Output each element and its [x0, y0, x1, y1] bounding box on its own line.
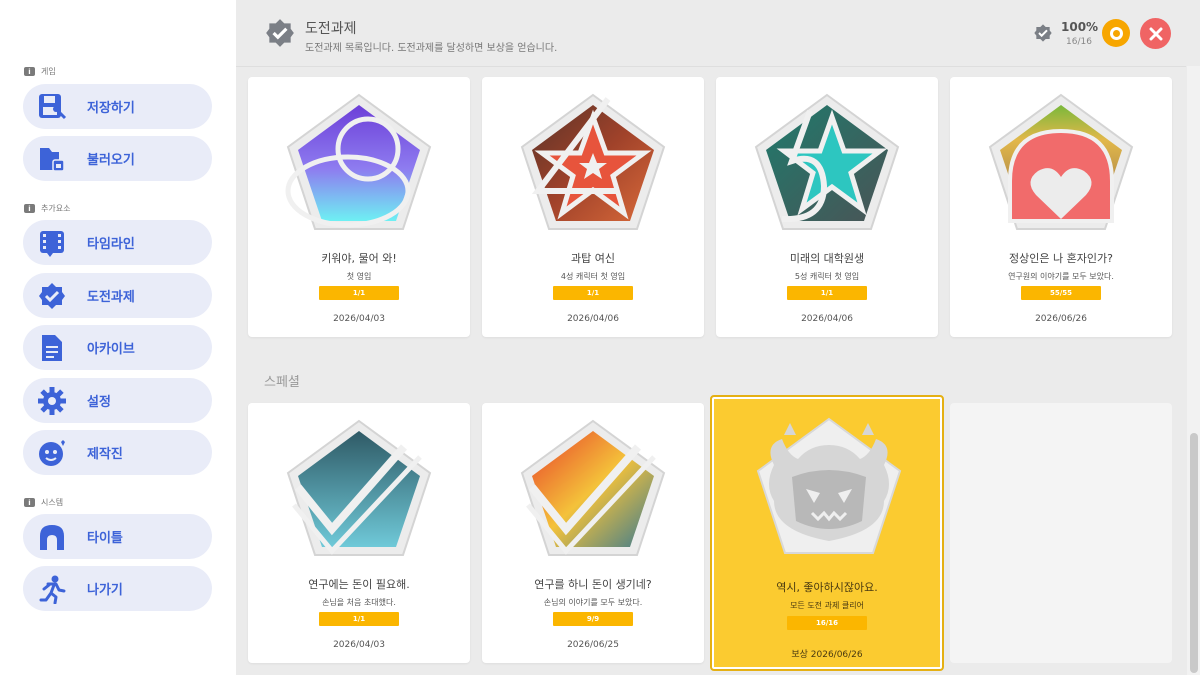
achievement-date: 2026/06/26: [1035, 314, 1087, 324]
achievement-progress: 1/1: [787, 286, 867, 300]
page-title: 도전과제: [305, 21, 357, 37]
sidebar-item-label: 아카이브: [87, 342, 135, 357]
achievement-progress: 55/55: [1021, 286, 1101, 300]
achievement-desc: 5성 캐릭터 첫 영입: [794, 272, 860, 281]
achievement-card[interactable]: 미래의 대학원생 5성 캐릭터 첫 영입 1/1 2026/04/06: [716, 77, 938, 337]
section-badge-icon: i: [24, 204, 35, 213]
achievement-desc: 손님의 이야기를 모두 보았다.: [543, 598, 643, 607]
sidebar-item-label: 나가기: [87, 583, 123, 598]
achievement-card[interactable]: 과탑 여신 4성 캐릭터 첫 영입 1/1 2026/04/06: [482, 77, 704, 337]
achievement-desc: 4성 캐릭터 첫 영입: [560, 272, 626, 281]
sidebar-item-label: 도전과제: [87, 290, 135, 305]
achievement-badge-icon: [264, 17, 296, 53]
achievement-date: 2026/04/06: [567, 314, 619, 324]
heart-emblem-icon: [988, 93, 1134, 230]
achievement-progress: 9/9: [553, 612, 633, 626]
section-label-system: i 시스템: [24, 497, 63, 508]
sidebar-item-settings[interactable]: 설정: [23, 378, 212, 423]
load-icon: [35, 142, 69, 176]
special-achievement-card[interactable]: 연구에는 돈이 필요해. 손님을 처음 초대했다. 1/1 2026/04/03: [248, 403, 470, 663]
credits-icon: [35, 436, 69, 470]
exit-icon: [35, 572, 69, 606]
achievement-icon: [35, 279, 69, 313]
sidebar-item-title[interactable]: 타이틀: [23, 514, 212, 559]
header: 도전과제 도전과제 목록입니다. 도전과제를 달성하면 보상을 얻습니다. 10…: [236, 0, 1200, 66]
achievement-date: 2026/06/25: [567, 640, 619, 650]
achievement-progress: 1/1: [319, 612, 399, 626]
five-star-emblem-icon: [754, 93, 900, 230]
sidebar-item-credits[interactable]: 제작진: [23, 430, 212, 475]
close-icon: [1149, 27, 1162, 40]
achievement-date: 2026/04/03: [333, 640, 385, 650]
achievement-desc: 모든 도전 과제 클리어: [790, 601, 864, 610]
coin-icon: [1109, 26, 1123, 40]
sidebar-item-achievements[interactable]: 도전과제: [23, 273, 212, 318]
achievement-title: 정상인은 나 혼자인가?: [1009, 252, 1113, 265]
save-icon: [35, 90, 69, 124]
sidebar-item-timeline[interactable]: 타임라인: [23, 220, 212, 265]
sidebar-item-label: 불러오기: [87, 153, 135, 168]
sidebar-item-save[interactable]: 저장하기: [23, 84, 212, 129]
completion-percent: 100%: [1061, 20, 1099, 34]
achievement-title: 키워야, 물어 와!: [321, 252, 397, 265]
achievement-date: 2026/04/03: [333, 314, 385, 324]
close-button[interactable]: [1140, 18, 1171, 49]
title-icon: [35, 520, 69, 554]
sidebar-item-label: 타이틀: [87, 531, 123, 546]
sidebar: i 게임 저장하기 불러오기 i 추가요소 타임라인 도전과제 아카이브 설정 …: [0, 0, 236, 675]
achievement-title: 미래의 대학원생: [789, 252, 865, 265]
completion-icon: [1033, 23, 1053, 47]
completion-count: 16/16: [1066, 37, 1092, 47]
special-achievement-card[interactable]: 연구를 하니 돈이 생기네? 손님의 이야기를 모두 보았다. 9/9 2026…: [482, 403, 704, 663]
teal-check-emblem-icon: [286, 419, 432, 556]
purple-pentagon-emblem-icon: [285, 93, 432, 230]
scrollbar[interactable]: [1187, 66, 1200, 675]
achievement-date: 보상 2026/06/26: [791, 650, 863, 660]
sidebar-item-label: 저장하기: [87, 101, 135, 116]
achievement-card[interactable]: 키워야, 물어 와! 첫 영입 1/1 2026/04/03: [248, 77, 470, 337]
achievement-title: 연구를 하니 돈이 생기네?: [534, 578, 652, 591]
achievement-progress: 1/1: [553, 286, 633, 300]
achievement-desc: 손님을 처음 초대했다.: [322, 598, 396, 607]
sidebar-item-exit[interactable]: 나가기: [23, 566, 212, 611]
achievement-date: 2026/04/06: [801, 314, 853, 324]
achievement-desc: 첫 영입: [346, 272, 372, 281]
empty-card-slot: [950, 403, 1172, 663]
sidebar-item-load[interactable]: 불러오기: [23, 136, 212, 181]
sidebar-item-label: 타임라인: [87, 237, 135, 252]
four-star-emblem-icon: [520, 93, 666, 230]
page-subtitle: 도전과제 목록입니다. 도전과제를 달성하면 보상을 얻습니다.: [305, 43, 558, 54]
coin-button[interactable]: [1102, 19, 1130, 47]
special-achievement-card-highlighted[interactable]: 역시, 좋아하시잖아요. 모든 도전 과제 클리어 16/16 보상 2026/…: [710, 395, 944, 671]
section-label-game: i 게임: [24, 66, 56, 77]
gear-icon: [35, 384, 69, 418]
achievement-title: 과탑 여신: [571, 252, 615, 265]
achievement-progress: 16/16: [787, 616, 867, 630]
section-badge-icon: i: [24, 67, 35, 76]
scrollbar-thumb[interactable]: [1190, 433, 1198, 673]
sidebar-item-archive[interactable]: 아카이브: [23, 325, 212, 370]
section-heading-special: 스페셜: [264, 375, 300, 390]
achievement-title: 역시, 좋아하시잖아요.: [776, 581, 878, 594]
section-label-extras: i 추가요소: [24, 203, 70, 214]
achievement-title: 연구에는 돈이 필요해.: [308, 578, 410, 591]
achievement-desc: 연구원의 이야기를 모두 보았다.: [1008, 272, 1114, 281]
section-badge-icon: i: [24, 498, 35, 507]
sidebar-item-label: 설정: [87, 395, 111, 410]
rainbow-check-emblem-icon: [520, 419, 666, 556]
achievement-card[interactable]: 정상인은 나 혼자인가? 연구원의 이야기를 모두 보았다. 55/55 202…: [950, 77, 1172, 337]
timeline-icon: [35, 226, 69, 260]
archive-icon: [35, 331, 69, 365]
achievement-progress: 1/1: [319, 286, 399, 300]
sidebar-item-label: 제작진: [87, 447, 123, 462]
monster-emblem-icon: [756, 417, 902, 554]
